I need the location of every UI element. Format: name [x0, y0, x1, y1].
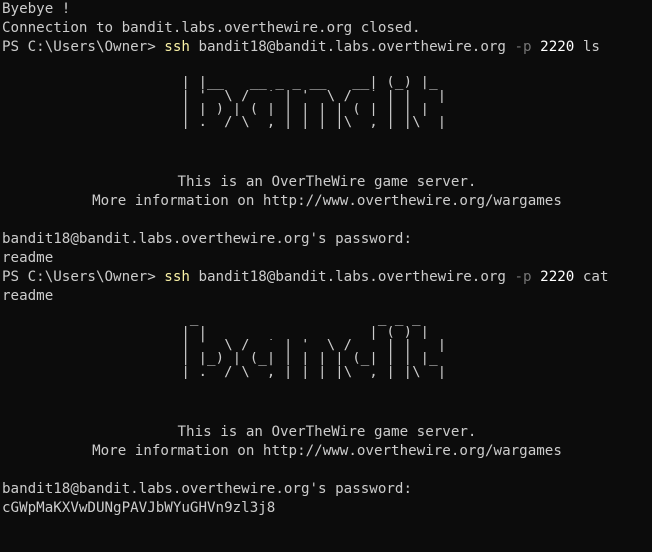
command-output: readme: [2, 250, 54, 267]
bandit-ascii-banner: _ _ _ _ | |__ __ _ _ __ __| (_) |_ | '_ …: [2, 312, 652, 378]
ascii-line: |_.__/ \__,_|_| |_|\__,_|_|\__|: [2, 365, 447, 379]
output-line-connection-closed: Connection to bandit.labs.overthewire.or…: [2, 20, 421, 36]
banner-line-game-server: This is an OverTheWire game server.: [177, 174, 477, 191]
bandit-ascii-banner: _ _ _ _ | |__ __ _ _ __ __| (_) |_ | '_ …: [2, 63, 652, 129]
command-host: bandit18@bandit.labs.overthewire.org: [189, 39, 515, 55]
command-ssh: ssh: [164, 39, 190, 55]
command-port: 2220: [531, 39, 575, 55]
ascii-line: _ _ _ _: [2, 63, 421, 77]
command-ssh: ssh: [164, 269, 190, 286]
prompt: PS C:\Users\Owner>: [2, 39, 165, 55]
ascii-line: | '_ \ / _` | '_ \ / _` | | __|: [2, 89, 447, 103]
ascii-line: | |_) | (_| | | | | (_| | | |_: [2, 102, 438, 117]
terminal-window[interactable]: Byebye ! Connection to bandit.labs.overt…: [0, 0, 652, 552]
ascii-line: | |__ __ _ _ __ __| (_) |_: [2, 325, 438, 340]
command-args: ls: [574, 39, 600, 55]
command-args: cat: [574, 269, 609, 286]
command-port: 2220: [531, 269, 575, 286]
ascii-line: | |_) | (_| | | | | (_| | | |_: [2, 352, 438, 366]
ascii-line: | '_ \ / _` | '_ \ / _` | | __|: [2, 339, 447, 353]
command-output-password: cGWpMaKXVwDUNgPAVJbWYuGHVn9zl3j8: [2, 499, 276, 516]
banner-line-game-server: This is an OverTheWire game server.: [177, 423, 477, 440]
command-flag: -p: [514, 39, 532, 55]
command-host: bandit18@bandit.labs.overthewire.org: [189, 269, 515, 286]
command-flag: -p: [514, 269, 532, 286]
output-line-byebye: Byebye !: [2, 1, 71, 17]
banner-line-more-info: More information on http://www.overthewi…: [92, 193, 562, 210]
password-prompt: bandit18@bandit.labs.overthewire.org's p…: [2, 480, 412, 497]
password-prompt: bandit18@bandit.labs.overthewire.org's p…: [2, 231, 412, 248]
ascii-line: |_.__/ \__,_|_| |_|\__,_|_|\__|: [2, 116, 447, 130]
command-line-2-wrap: readme: [2, 288, 54, 305]
command-line-1: PS C:\Users\Owner> ssh bandit18@bandit.l…: [2, 38, 652, 57]
prompt: PS C:\Users\Owner>: [2, 269, 165, 286]
ascii-line: _ _ _ _: [2, 312, 421, 326]
ascii-line: | |__ __ _ _ __ __| (_) |_: [2, 76, 438, 90]
banner-line-more-info: More information on http://www.overthewi…: [92, 442, 562, 459]
command-line-2: PS C:\Users\Owner> ssh bandit18@bandit.l…: [2, 268, 652, 287]
